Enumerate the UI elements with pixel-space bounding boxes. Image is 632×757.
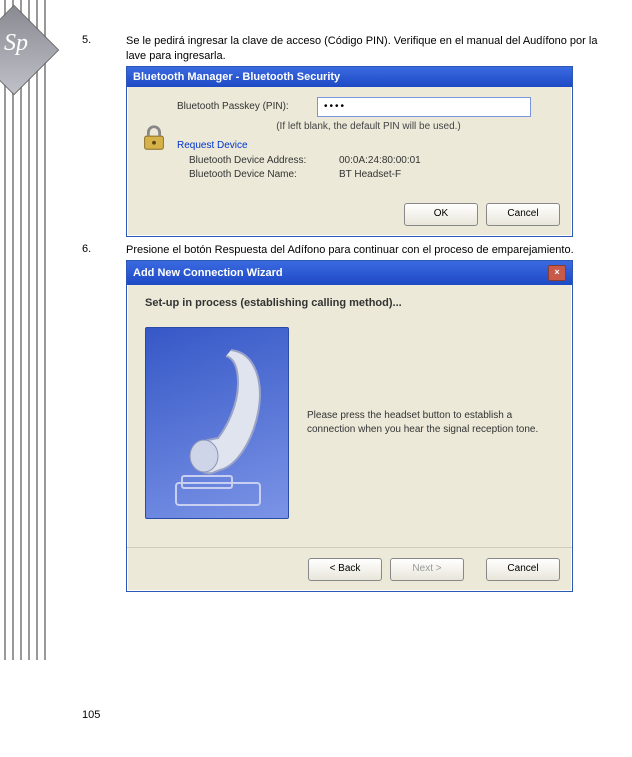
side-decoration: Sp xyxy=(0,0,60,640)
device-name-value: BT Headset-F xyxy=(339,169,401,180)
window-title: Bluetooth Manager - Bluetooth Security xyxy=(133,71,340,83)
step-text: Se le pedirá ingresar la clave de acceso… xyxy=(126,34,612,64)
window-title: Add New Connection Wizard xyxy=(133,267,283,279)
passkey-label: Bluetooth Passkey (PIN): xyxy=(177,101,317,112)
close-icon[interactable]: × xyxy=(548,265,566,281)
step-number: 5. xyxy=(82,34,126,64)
titlebar: Bluetooth Manager - Bluetooth Security xyxy=(127,67,572,87)
device-address-label: Bluetooth Device Address: xyxy=(189,155,339,166)
add-connection-wizard-dialog: Add New Connection Wizard × Set-up in pr… xyxy=(126,260,573,592)
sp-badge: Sp xyxy=(4,30,28,57)
passkey-hint: (If left blank, the default PIN will be … xyxy=(177,121,560,132)
device-name-label: Bluetooth Device Name: xyxy=(189,169,339,180)
cancel-button[interactable]: Cancel xyxy=(486,558,560,581)
passkey-input[interactable] xyxy=(317,97,531,117)
wizard-message: Please press the headset button to estab… xyxy=(307,409,554,436)
step-text: Presione el botón Respuesta del Adífono … xyxy=(126,243,612,258)
titlebar: Add New Connection Wizard × xyxy=(127,261,572,285)
step-number: 6. xyxy=(82,243,126,258)
cancel-button[interactable]: Cancel xyxy=(486,203,560,226)
headset-illustration xyxy=(145,327,289,519)
ok-button[interactable]: OK xyxy=(404,203,478,226)
request-device-heading: Request Device xyxy=(177,140,560,151)
back-button[interactable]: < Back xyxy=(308,558,382,581)
next-button: Next > xyxy=(390,558,464,581)
page-number: 105 xyxy=(82,709,100,721)
bluetooth-security-dialog: Bluetooth Manager - Bluetooth Security B… xyxy=(126,66,573,237)
step-6: 6. Presione el botón Respuesta del Adífo… xyxy=(82,243,612,258)
wizard-heading: Set-up in process (establishing calling … xyxy=(145,297,554,309)
lock-icon xyxy=(139,123,177,156)
device-address-value: 00:0A:24:80:00:01 xyxy=(339,155,421,166)
step-5: 5. Se le pedirá ingresar la clave de acc… xyxy=(82,34,612,64)
